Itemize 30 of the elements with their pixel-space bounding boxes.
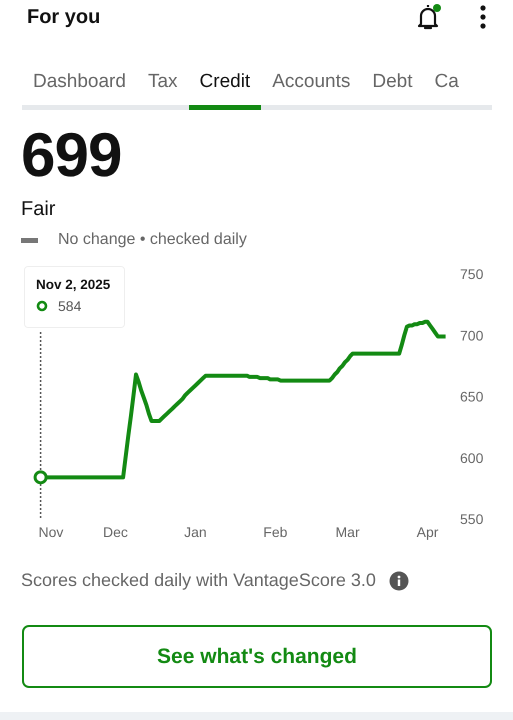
x-tick-label: Apr: [416, 524, 438, 540]
info-icon[interactable]: [388, 570, 409, 591]
tab[interactable]: Tax: [136, 67, 189, 110]
tab[interactable]: Debt: [361, 67, 424, 110]
y-tick-label: 700: [460, 327, 484, 344]
change-status: No change • checked daily: [58, 231, 247, 250]
x-tick-label: Mar: [336, 524, 360, 540]
see-changes-button[interactable]: See what's changed: [22, 625, 492, 688]
x-tick-label: Dec: [102, 524, 128, 540]
tab[interactable]: Credit: [188, 67, 262, 110]
score-rating: Fair: [21, 198, 56, 222]
tab[interactable]: Dashboard: [22, 67, 137, 110]
page-title: For you: [27, 6, 100, 28]
no-change-icon: [21, 238, 38, 243]
more-menu-icon[interactable]: [479, 4, 487, 30]
y-tick-label: 750: [460, 266, 484, 282]
x-tick-label: Feb: [263, 524, 288, 540]
tooltip-value: 584: [58, 298, 82, 314]
x-tick-label: Nov: [38, 524, 64, 540]
selected-point[interactable]: [34, 470, 48, 485]
y-tick-label: 550: [460, 511, 484, 528]
y-tick-label: 650: [460, 388, 484, 405]
tooltip-date: Nov 2, 2025: [36, 277, 112, 292]
tab[interactable]: Accounts: [261, 67, 362, 110]
y-tick-label: 600: [460, 450, 484, 466]
series-marker-icon: [36, 300, 48, 312]
x-tick-label: Jan: [184, 524, 207, 540]
tab[interactable]: Ca: [424, 67, 470, 110]
credit-score: 699: [21, 122, 122, 190]
score-source-note: Scores checked daily with VantageScore 3.0: [21, 570, 376, 592]
